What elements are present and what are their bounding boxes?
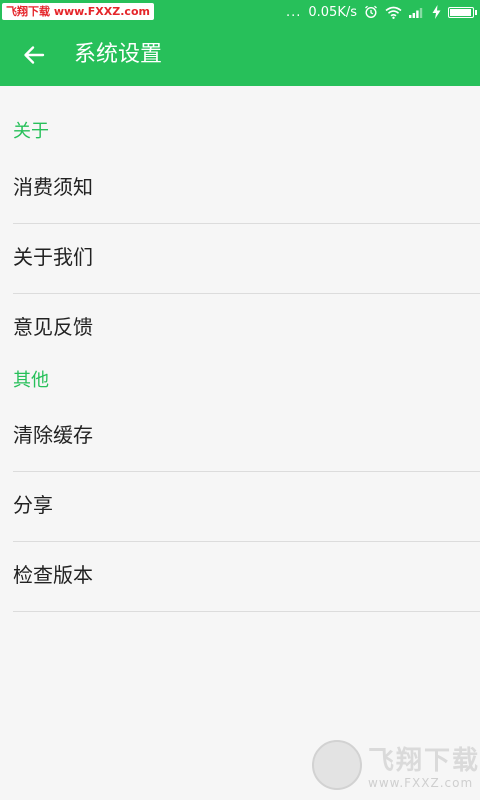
- section-header-about: 关于: [13, 121, 49, 142]
- setting-item-about-us[interactable]: 关于我们: [13, 224, 480, 294]
- network-speed: 0.05K/s: [308, 4, 357, 20]
- setting-item-check-version[interactable]: 检查版本: [13, 542, 480, 612]
- status-dots: ...: [285, 4, 302, 20]
- signal-icon: [409, 6, 425, 18]
- arrow-left-icon: [24, 46, 45, 64]
- status-right-group: ... 0.05K/s: [285, 0, 477, 24]
- watermark-logo-url: www.FXXZ.com: [368, 776, 474, 790]
- section-header-other: 其他: [13, 370, 49, 391]
- watermark-logo-title: 飞翔下载: [368, 746, 480, 776]
- toolbar: 系统设置: [0, 24, 480, 86]
- charging-icon: [432, 5, 441, 19]
- wifi-icon: [385, 6, 402, 19]
- watermark-logo-icon: [312, 740, 362, 790]
- status-bar: 飞翔下载 www.FXXZ.com ... 0.05K/s: [0, 0, 480, 24]
- battery-fill: [450, 8, 471, 16]
- battery-icon: [448, 6, 477, 18]
- page-title: 系统设置: [74, 42, 163, 67]
- watermark-logo: 飞翔下载 www.FXXZ.com: [312, 740, 478, 798]
- alarm-icon: [364, 5, 378, 19]
- back-button[interactable]: [14, 35, 54, 75]
- setting-item-feedback[interactable]: 意见反馈: [13, 294, 480, 364]
- watermark-top: 飞翔下载 www.FXXZ.com: [2, 3, 154, 20]
- setting-item-clear-cache[interactable]: 清除缓存: [13, 402, 480, 472]
- setting-item-consumer-notice[interactable]: 消费须知: [13, 154, 480, 224]
- setting-item-share[interactable]: 分享: [13, 472, 480, 542]
- settings-list: 关于 消费须知 关于我们 意见反馈 其他 清除缓存 分享 检查版本: [0, 86, 480, 612]
